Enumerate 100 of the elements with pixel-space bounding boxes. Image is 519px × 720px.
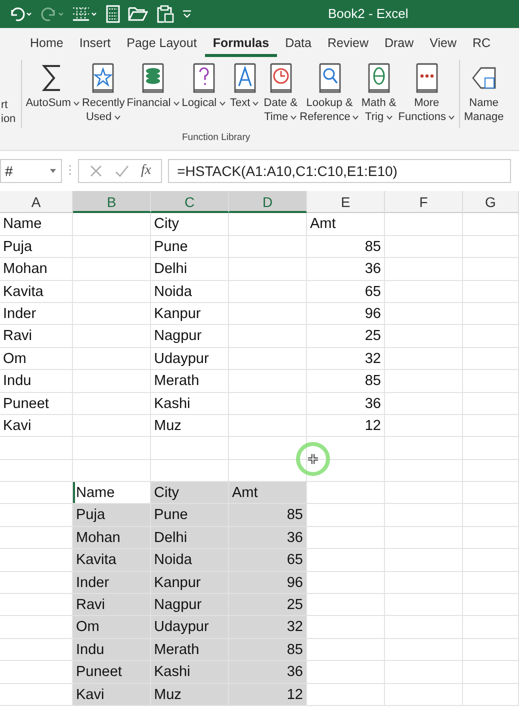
table-cell[interactable]: 85	[229, 638, 307, 662]
table-cell[interactable]	[463, 661, 519, 684]
ribbon-button[interactable]: Lookup & Reference	[298, 58, 360, 128]
table-cell[interactable]	[463, 236, 519, 258]
ribbon-tab[interactable]: Data	[277, 30, 320, 56]
table-cell[interactable]: Muz	[151, 414, 229, 438]
table-cell[interactable]	[385, 437, 463, 460]
table-cell[interactable]: Delhi	[151, 258, 229, 281]
ribbon-button[interactable]: Recently Used	[80, 58, 126, 128]
table-cell[interactable]	[385, 280, 463, 303]
table-cell[interactable]	[385, 460, 463, 482]
table-cell[interactable]	[229, 437, 307, 460]
table-cell[interactable]: Mohan	[73, 526, 151, 550]
table-cell[interactable]: 36	[229, 526, 307, 550]
table-cell[interactable]: Ravi	[73, 594, 151, 616]
ribbon-button[interactable]: AutoSum	[24, 58, 81, 114]
table-cell[interactable]	[463, 594, 519, 616]
table-cell[interactable]: 12	[229, 684, 307, 706]
table-cell[interactable]: Kashi	[151, 392, 229, 415]
table-cell[interactable]	[0, 437, 73, 460]
ribbon-tab[interactable]: Page Layout	[118, 30, 205, 56]
table-cell[interactable]: 32	[229, 616, 307, 639]
table-cell[interactable]: Name	[73, 482, 151, 504]
table-cell[interactable]: Kavi	[0, 414, 73, 438]
cancel-icon[interactable]	[89, 164, 103, 178]
check-icon[interactable]	[115, 164, 129, 178]
table-cell[interactable]	[229, 414, 307, 438]
table-cell[interactable]: Udaypur	[151, 616, 229, 639]
table-cell[interactable]	[307, 460, 385, 482]
ribbon-tab[interactable]: Insert	[71, 30, 119, 56]
table-cell[interactable]: 32	[307, 348, 385, 370]
table-cell[interactable]: Kashi	[151, 661, 229, 684]
name-box[interactable]: #	[0, 159, 62, 183]
ribbon-button[interactable]: More Functions	[397, 58, 456, 128]
table-cell[interactable]	[385, 414, 463, 438]
table-cell[interactable]	[385, 594, 463, 616]
table-cell[interactable]: 12	[307, 414, 385, 438]
clipboard-icon[interactable]	[156, 5, 174, 23]
table-cell[interactable]: 96	[229, 572, 307, 594]
table-cell[interactable]: Merath	[151, 638, 229, 662]
ribbon-tab[interactable]: Draw	[376, 30, 422, 56]
column-header[interactable]: E	[307, 191, 385, 214]
table-cell[interactable]	[307, 504, 385, 527]
table-cell[interactable]: Mohan	[0, 258, 73, 281]
table-cell[interactable]: 36	[307, 392, 385, 415]
folder-icon[interactable]	[128, 6, 148, 22]
table-cell[interactable]	[463, 616, 519, 639]
table-cell[interactable]	[463, 302, 519, 326]
table-cell[interactable]: 36	[307, 258, 385, 281]
undo-icon[interactable]	[8, 6, 32, 22]
column-header[interactable]: D	[229, 191, 307, 214]
ribbon-button[interactable]: Text	[226, 58, 263, 114]
table-cell[interactable]	[229, 258, 307, 281]
column-header[interactable]: A	[0, 191, 73, 214]
table-cell[interactable]: 36	[229, 661, 307, 684]
table-cell[interactable]: Kavi	[73, 684, 151, 706]
table-cell[interactable]	[307, 572, 385, 594]
table-cell[interactable]	[73, 213, 151, 236]
table-cell[interactable]	[385, 549, 463, 572]
table-cell[interactable]: 25	[307, 325, 385, 348]
table-cell[interactable]	[229, 236, 307, 258]
table-cell[interactable]	[307, 616, 385, 639]
table-cell[interactable]: Name	[0, 213, 73, 236]
table-cell[interactable]	[151, 437, 229, 460]
table-cell[interactable]	[307, 526, 385, 550]
table-cell[interactable]	[463, 638, 519, 662]
table-cell[interactable]: Puneet	[0, 392, 73, 415]
table-cell[interactable]: Amt	[229, 482, 307, 504]
table-cell[interactable]: Indu	[0, 370, 73, 393]
table-cell[interactable]	[463, 572, 519, 594]
ribbon-button[interactable]: Name Manage	[462, 58, 505, 128]
table-cell[interactable]: Om	[73, 616, 151, 639]
table-cell[interactable]: Merath	[151, 370, 229, 393]
column-header[interactable]: F	[385, 191, 463, 214]
table-cell[interactable]: Noida	[151, 280, 229, 303]
table-cell[interactable]: Pune	[151, 236, 229, 258]
table-cell[interactable]	[463, 482, 519, 504]
table-cell[interactable]	[307, 594, 385, 616]
table-cell[interactable]	[463, 684, 519, 706]
table-cell[interactable]	[463, 437, 519, 460]
formula-field[interactable]: =HSTACK(A1:A10,C1:C10,E1:E10)	[168, 159, 511, 183]
table-cell[interactable]: 65	[307, 280, 385, 303]
table-cell[interactable]	[73, 325, 151, 348]
table-cell[interactable]	[229, 302, 307, 326]
borders-icon[interactable]	[72, 6, 98, 22]
table-cell[interactable]	[73, 392, 151, 415]
table-cell[interactable]: 85	[229, 504, 307, 527]
table-cell[interactable]: Puneet	[73, 661, 151, 684]
table-cell[interactable]	[385, 348, 463, 370]
table-cell[interactable]	[73, 437, 151, 460]
table-cell[interactable]	[73, 348, 151, 370]
table-cell[interactable]: Kavita	[73, 549, 151, 572]
table-cell[interactable]	[73, 370, 151, 393]
table-cell[interactable]: Om	[0, 348, 73, 370]
table-cell[interactable]	[307, 437, 385, 460]
table-cell[interactable]: 85	[307, 236, 385, 258]
table-cell[interactable]	[229, 280, 307, 303]
table-cell[interactable]	[385, 325, 463, 348]
table-cell[interactable]	[385, 638, 463, 662]
column-header[interactable]: G	[463, 191, 519, 214]
